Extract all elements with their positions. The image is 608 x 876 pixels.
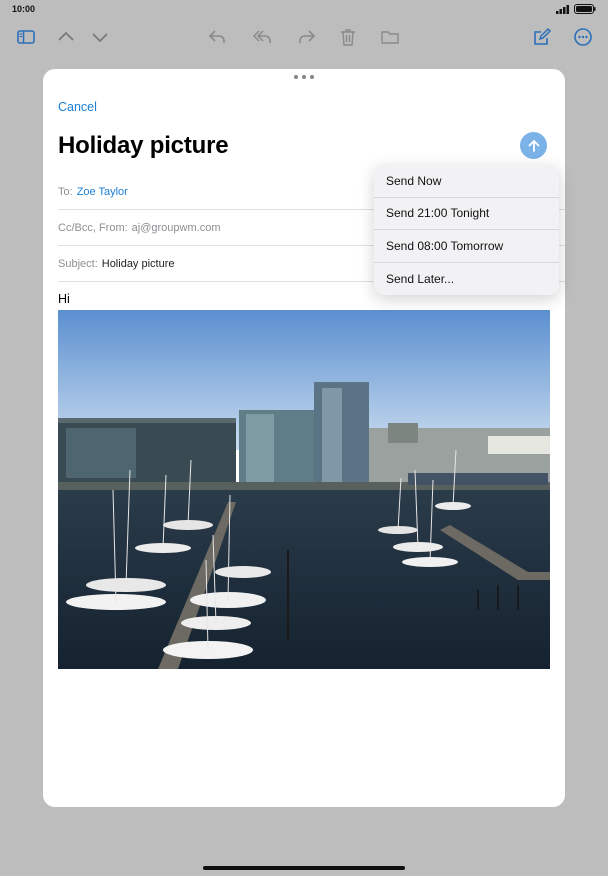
send-options-menu: Send Now Send 21:00 Tonight Send 08:00 T… bbox=[374, 165, 559, 295]
status-bar: 10:00 bbox=[0, 0, 608, 18]
trash-icon[interactable] bbox=[335, 24, 361, 50]
send-button[interactable] bbox=[520, 132, 547, 159]
sheet-grabber[interactable] bbox=[294, 74, 314, 80]
to-label: To: bbox=[58, 185, 73, 198]
send-now-option[interactable]: Send Now bbox=[374, 165, 559, 198]
forward-icon[interactable] bbox=[294, 24, 320, 50]
send-tomorrow-option[interactable]: Send 08:00 Tomorrow bbox=[374, 230, 559, 263]
subject-value[interactable]: Holiday picture bbox=[102, 258, 175, 270]
from-address: aj@groupwm.com bbox=[131, 221, 221, 234]
arrow-up-icon bbox=[528, 139, 539, 152]
home-indicator[interactable] bbox=[203, 866, 405, 870]
reply-all-icon[interactable] bbox=[249, 24, 275, 50]
mail-toolbar bbox=[0, 24, 608, 50]
send-tonight-option[interactable]: Send 21:00 Tonight bbox=[374, 198, 559, 230]
attached-photo[interactable] bbox=[58, 310, 550, 669]
subject-label: Subject: bbox=[58, 257, 98, 270]
send-later-option[interactable]: Send Later... bbox=[374, 263, 559, 296]
cc-bcc-from-label: Cc/Bcc, From: bbox=[58, 221, 128, 234]
sidebar-icon[interactable] bbox=[13, 24, 39, 50]
status-time: 10:00 bbox=[12, 4, 36, 14]
folder-icon[interactable] bbox=[377, 24, 403, 50]
compose-icon[interactable] bbox=[529, 24, 555, 50]
to-recipient[interactable]: Zoe Taylor bbox=[77, 186, 128, 198]
status-icons bbox=[556, 4, 596, 14]
signal-icon bbox=[556, 4, 570, 14]
compose-title: Holiday picture bbox=[58, 132, 229, 159]
cancel-button[interactable]: Cancel bbox=[58, 100, 97, 114]
chevron-up-icon[interactable] bbox=[53, 24, 79, 50]
battery-icon bbox=[574, 4, 596, 14]
chevron-down-icon[interactable] bbox=[87, 24, 113, 50]
message-body-text[interactable]: Hi bbox=[58, 292, 70, 306]
more-icon[interactable] bbox=[570, 24, 596, 50]
reply-icon[interactable] bbox=[204, 24, 230, 50]
